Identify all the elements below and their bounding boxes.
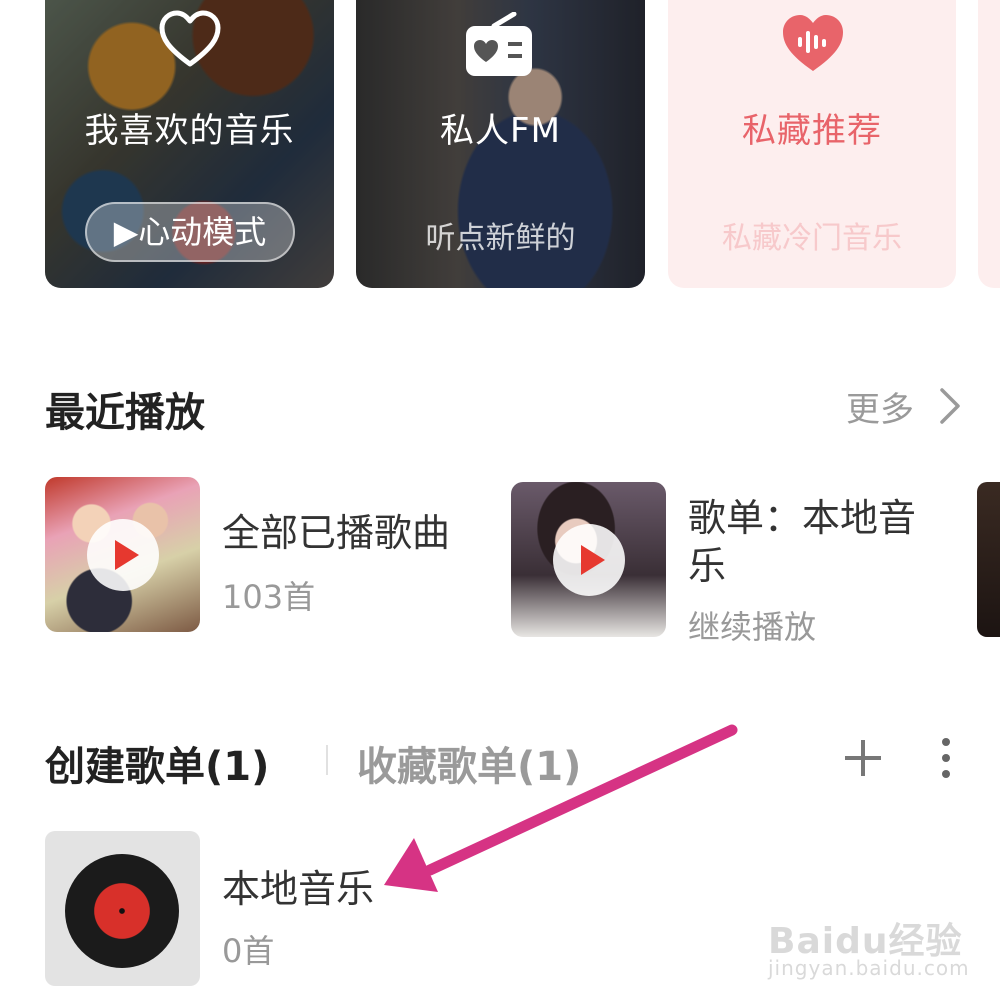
recent-item-subtitle: 103首 bbox=[222, 578, 316, 616]
recent-item-subtitle: 继续播放 bbox=[688, 608, 817, 646]
recent-item-title-line2[interactable]: 乐 bbox=[688, 535, 726, 590]
recent-item-peek[interactable] bbox=[977, 482, 1000, 637]
play-button[interactable] bbox=[553, 524, 625, 596]
watermark-url: jingyan.baidu.com bbox=[768, 956, 970, 980]
favorites-title: 我喜欢的音乐 bbox=[84, 111, 295, 151]
recent-more-link[interactable]: 更多 bbox=[846, 382, 960, 431]
tab-collected-playlists[interactable]: 收藏歌单(1) bbox=[357, 734, 581, 792]
tab-created-playlists[interactable]: 创建歌单(1) bbox=[45, 734, 269, 792]
personal-fm-title: 私人FM bbox=[440, 111, 561, 151]
playlist-title[interactable]: 本地音乐 bbox=[222, 858, 374, 913]
play-button[interactable] bbox=[87, 519, 159, 591]
play-icon bbox=[115, 540, 139, 570]
more-menu-icon[interactable] bbox=[936, 738, 956, 778]
recent-item-title[interactable]: 全部已播歌曲 bbox=[222, 502, 450, 557]
heart-outline-icon bbox=[159, 10, 221, 67]
heart-soundwave-icon bbox=[783, 15, 843, 71]
recent-item-title-line1[interactable]: 歌单：本地音 bbox=[688, 487, 916, 542]
recent-section-title: 最近播放 bbox=[45, 390, 205, 436]
favorites-card[interactable]: 我喜欢的音乐 ▶心动模式 bbox=[45, 0, 334, 288]
more-label: 更多 bbox=[846, 390, 914, 430]
heartbeat-mode-button[interactable]: ▶心动模式 bbox=[85, 202, 295, 262]
personal-fm-card[interactable]: 私人FM 听点新鲜的 bbox=[356, 0, 645, 288]
tab-divider bbox=[326, 745, 328, 775]
playlist-subtitle: 0首 bbox=[222, 932, 275, 970]
add-playlist-icon[interactable] bbox=[845, 740, 881, 776]
private-picks-card[interactable]: 私藏推荐 私藏冷门音乐 bbox=[668, 0, 956, 288]
private-picks-subtitle: 私藏冷门音乐 bbox=[722, 221, 902, 256]
next-card-peek[interactable] bbox=[978, 0, 1000, 288]
radio-icon bbox=[466, 12, 532, 76]
private-picks-title: 私藏推荐 bbox=[742, 111, 882, 151]
chevron-right-icon bbox=[940, 388, 960, 424]
vinyl-record-icon bbox=[65, 854, 179, 968]
playlist-cover[interactable] bbox=[45, 831, 200, 986]
recent-item-cover[interactable] bbox=[511, 482, 666, 637]
recent-item-cover[interactable] bbox=[45, 477, 200, 632]
play-icon bbox=[581, 545, 605, 575]
personal-fm-subtitle: 听点新鲜的 bbox=[425, 221, 576, 256]
